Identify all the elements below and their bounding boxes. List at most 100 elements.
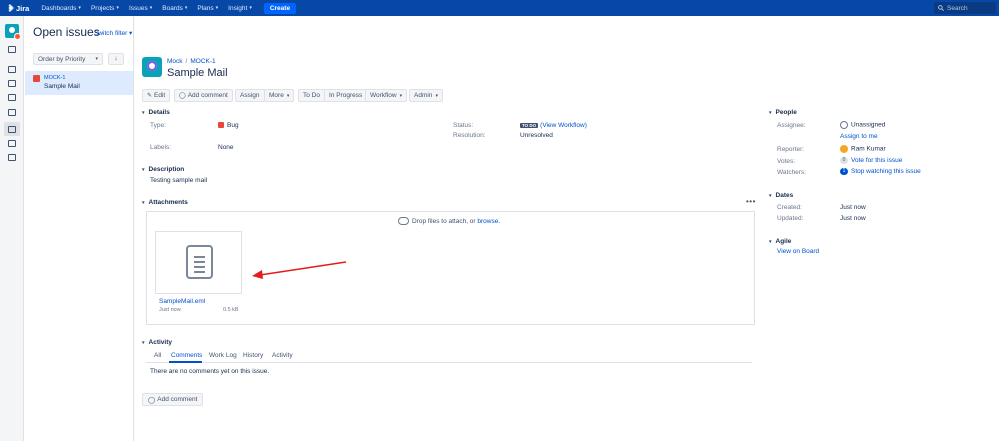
jira-icon [8,4,14,12]
chart-icon[interactable] [8,109,16,116]
comment-icon: ◯ [179,93,186,99]
drop-zone[interactable]: Drop files to attach, or browse. [398,217,500,225]
assignee-value: Unassigned [840,121,885,129]
nav-dashboards[interactable]: Dashboards ▾ [41,5,81,12]
workflow-button[interactable]: Workflow ▾ [365,89,408,102]
list-item-summary: Sample Mail [44,83,80,90]
order-by-select[interactable]: Order by Priority ▾ [33,53,103,65]
reporter-value[interactable]: Ram Kumar [840,145,886,153]
search-icon [938,5,944,11]
releases-icon[interactable] [8,94,16,101]
drop-text: Drop files to attach, or [412,217,476,225]
add-comment-footer-button[interactable]: ◯ Add comment [142,393,204,406]
collapse-icon: ▾ [769,192,772,199]
type-label: Type: [150,122,166,129]
comment-icon: ◯ [148,396,156,404]
votes-label: Votes: [777,158,796,165]
agile-heading[interactable]: ▾ Agile [769,238,791,245]
components-icon[interactable] [8,140,16,147]
collapse-icon: ▾ [769,238,772,245]
more-button[interactable]: More ▾ [264,89,295,102]
edit-button[interactable]: ✎ Edit [142,89,171,102]
reports-icon[interactable] [8,80,16,87]
description-text[interactable]: Testing sample mail [150,177,207,184]
in-progress-button[interactable]: In Progress [324,89,368,102]
chevron-down-icon: ▾ [184,5,188,11]
annotation-arrow-icon [252,261,347,279]
list-item-key: MOCK-1 [44,75,66,81]
assign-button[interactable]: Assign [235,89,265,102]
collapse-icon: ▾ [142,339,145,346]
attachments-heading[interactable]: ▾ Attachments [142,199,188,206]
project-avatar-large[interactable] [142,57,162,77]
bug-icon [218,122,224,129]
list-item[interactable]: MOCK-1 Sample Mail [25,71,133,95]
breadcrumb-project[interactable]: Mock [167,58,183,65]
create-button[interactable]: Create [263,2,297,14]
type-value: Bug [218,122,239,129]
search-input[interactable]: Search [934,2,996,14]
cloud-upload-icon [398,217,409,225]
avatar [840,145,848,153]
backlog-icon[interactable] [8,66,16,73]
tab-history[interactable]: History [243,352,263,359]
switch-filter-button[interactable]: Switch filter ▾ [94,29,132,37]
admin-button[interactable]: Admin ▾ [409,89,443,102]
document-icon [186,245,213,279]
breadcrumb-key[interactable]: MOCK-1 [190,58,215,65]
tab-activity[interactable]: Activity [272,352,293,359]
sort-direction-button[interactable]: ↓ [108,53,124,65]
tab-work-log[interactable]: Work Log [209,352,237,359]
to-do-button[interactable]: To Do [298,89,325,102]
jira-logo[interactable]: Jira [6,4,29,13]
view-on-board-link[interactable]: View on Board [777,248,819,255]
assign-to-me-link[interactable]: Assign to me [840,133,878,140]
issues-icon[interactable] [8,126,16,133]
watchers-value: 1 Stop watching this issue [840,168,921,175]
board-icon[interactable] [8,46,16,53]
view-workflow-link[interactable]: (View Workflow) [540,122,587,129]
watchers-label: Watchers: [777,169,807,176]
chevron-down-icon: ▾ [95,56,98,62]
attachment-file-name[interactable]: SampleMail.eml [159,298,205,305]
nav-projects[interactable]: Projects ▾ [91,5,119,12]
collapse-icon: ▾ [142,199,145,206]
assignee-label: Assignee: [777,122,806,129]
labels-value: None [218,144,234,151]
settings-icon[interactable] [8,154,16,161]
tab-comments[interactable]: Comments [171,352,202,359]
watchers-count-badge: 1 [840,168,848,175]
breadcrumb: Mock / MOCK-1 [167,58,216,65]
chevron-down-icon: ▾ [129,30,133,37]
vote-link[interactable]: Vote for this issue [851,157,902,164]
issue-title[interactable]: Sample Mail [167,67,228,79]
add-comment-button[interactable]: ◯ Add comment [174,89,233,102]
status-badge: TO DO [520,123,539,128]
collapse-icon: ▾ [769,109,772,116]
resolution-value: Unresolved [520,132,553,139]
chevron-down-icon: ▾ [215,5,219,11]
nav-plans[interactable]: Plans ▾ [197,5,218,12]
people-heading[interactable]: ▾ People [769,109,797,116]
description-heading[interactable]: ▾ Description [142,166,184,173]
search-placeholder: Search [947,4,968,12]
stop-watching-link[interactable]: Stop watching this issue [851,168,921,175]
votes-count-badge: 0 [840,157,848,164]
nav-issues[interactable]: Issues ▾ [129,5,152,12]
details-heading[interactable]: ▾ Details [142,109,170,116]
document-line [194,261,205,263]
document-line [194,256,205,258]
created-label: Created: [777,204,802,211]
collapse-icon: ▾ [142,109,145,116]
dates-heading[interactable]: ▾ Dates [769,192,793,199]
activity-heading[interactable]: ▾ Activity [142,339,172,346]
tab-all[interactable]: All [154,352,161,359]
chevron-down-icon: ▾ [116,5,119,11]
chevron-down-icon: ▾ [286,92,290,99]
nav-boards[interactable]: Boards ▾ [162,5,187,12]
attachments-more-icon[interactable]: ••• [746,197,756,206]
created-value: Just now [840,204,866,211]
browse-link[interactable]: browse. [477,218,500,225]
chevron-down-icon: ▾ [149,5,153,11]
nav-insight[interactable]: Insight ▾ [228,5,252,12]
